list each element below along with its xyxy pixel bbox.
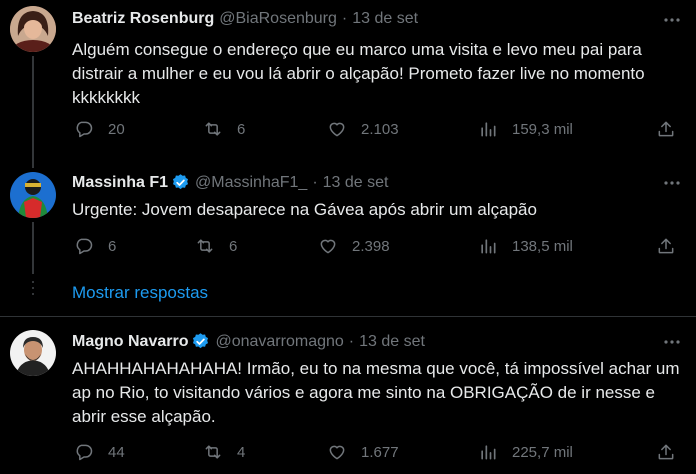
views-chart-icon bbox=[481, 445, 496, 460]
tweet[interactable]: Massinha F1 @MassinhaF1_ · 13 de set Urg… bbox=[0, 165, 696, 265]
separator-dot: · bbox=[341, 10, 348, 27]
retweet-icon bbox=[205, 445, 221, 459]
tweet-date[interactable]: 13 de set bbox=[323, 174, 389, 192]
tweet-text: Urgente: Jovem desaparece na Gávea após … bbox=[72, 200, 537, 219]
tweet-date[interactable]: 13 de set bbox=[359, 333, 425, 351]
like-button[interactable]: 2.103 bbox=[327, 119, 399, 139]
retweet-count: 4 bbox=[237, 443, 246, 461]
retweet-count: 6 bbox=[229, 237, 238, 255]
separator-dot: · bbox=[348, 332, 355, 350]
views-chart-icon bbox=[481, 239, 496, 254]
reply-icon bbox=[76, 444, 93, 461]
author-handle[interactable]: @BiaRosenburg bbox=[219, 10, 337, 28]
reply-button[interactable]: 20 bbox=[74, 119, 125, 139]
tweet-header: Massinha F1 @MassinhaF1_ · 13 de set bbox=[72, 173, 388, 192]
retweet-icon bbox=[197, 239, 213, 253]
tweet-text: Alguém consegue o endereço que eu marco … bbox=[72, 40, 645, 107]
retweet-count: 6 bbox=[237, 120, 246, 138]
reply-icon bbox=[76, 121, 93, 138]
thread-dots bbox=[31, 281, 35, 299]
share-icon bbox=[658, 444, 674, 460]
avatar[interactable] bbox=[10, 330, 56, 376]
separator-dot: · bbox=[312, 173, 318, 191]
share-button[interactable] bbox=[656, 119, 676, 139]
like-count: 1.677 bbox=[361, 443, 399, 461]
avatar[interactable] bbox=[10, 6, 56, 52]
avatar[interactable] bbox=[10, 172, 56, 218]
views-button[interactable]: 225,7 mil bbox=[478, 442, 573, 462]
tweet-text: AHAHHAHAHAHAHA! Irmão, eu to na mesma qu… bbox=[72, 359, 680, 426]
author-name[interactable]: Massinha F1 bbox=[72, 174, 168, 192]
views-button[interactable]: 138,5 mil bbox=[478, 236, 573, 256]
author-handle[interactable]: @onavarromagno bbox=[215, 333, 343, 351]
like-count: 2.103 bbox=[361, 120, 399, 138]
author-name[interactable]: Magno Navarro bbox=[72, 333, 188, 351]
more-options-icon[interactable] bbox=[662, 173, 682, 193]
tweet-actions: 20 6 2.103 159,3 mil bbox=[72, 119, 684, 143]
like-button[interactable]: 2.398 bbox=[318, 236, 390, 256]
author-handle[interactable]: @MassinhaF1_ bbox=[195, 174, 307, 192]
reply-count: 20 bbox=[108, 120, 125, 138]
tweet-header: Beatriz Rosenburg @BiaRosenburg · 13 de … bbox=[72, 10, 418, 28]
heart-icon bbox=[320, 239, 336, 254]
retweet-button[interactable]: 6 bbox=[203, 119, 245, 139]
reply-count: 44 bbox=[108, 443, 125, 461]
views-count: 159,3 mil bbox=[512, 120, 573, 138]
show-replies-link[interactable]: Mostrar respostas bbox=[72, 283, 208, 303]
reply-count: 6 bbox=[108, 237, 117, 255]
share-icon bbox=[658, 238, 674, 254]
verified-badge-icon bbox=[193, 333, 209, 349]
heart-icon bbox=[329, 122, 345, 137]
tweet[interactable]: Beatriz Rosenburg @BiaRosenburg · 13 de … bbox=[0, 0, 696, 165]
reply-icon bbox=[76, 238, 93, 255]
share-icon bbox=[658, 121, 674, 137]
tweet-date[interactable]: 13 de set bbox=[352, 10, 418, 28]
views-button[interactable]: 159,3 mil bbox=[478, 119, 573, 139]
tweet[interactable]: Magno Navarro @onavarromagno · 13 de set… bbox=[0, 317, 696, 474]
more-options-icon[interactable] bbox=[662, 10, 682, 30]
like-button[interactable]: 1.677 bbox=[327, 442, 399, 462]
views-count: 138,5 mil bbox=[512, 237, 573, 255]
views-chart-icon bbox=[481, 122, 496, 137]
tweet-header: Magno Navarro @onavarromagno · 13 de set bbox=[72, 332, 425, 351]
author-name[interactable]: Beatriz Rosenburg bbox=[72, 10, 214, 28]
retweet-button[interactable]: 6 bbox=[195, 236, 237, 256]
heart-icon bbox=[329, 445, 345, 460]
tweet-actions: 6 6 2.398 138,5 mil bbox=[72, 236, 684, 260]
reply-button[interactable]: 6 bbox=[74, 236, 116, 256]
retweet-icon bbox=[205, 122, 221, 136]
views-count: 225,7 mil bbox=[512, 443, 573, 461]
share-button[interactable] bbox=[656, 442, 676, 462]
verified-badge-icon bbox=[173, 174, 189, 190]
tweet-actions: 44 4 1.677 225,7 mil bbox=[72, 442, 684, 466]
reply-button[interactable]: 44 bbox=[74, 442, 125, 462]
more-options-icon[interactable] bbox=[662, 332, 682, 352]
like-count: 2.398 bbox=[352, 237, 390, 255]
share-button[interactable] bbox=[656, 236, 676, 256]
retweet-button[interactable]: 4 bbox=[203, 442, 245, 462]
